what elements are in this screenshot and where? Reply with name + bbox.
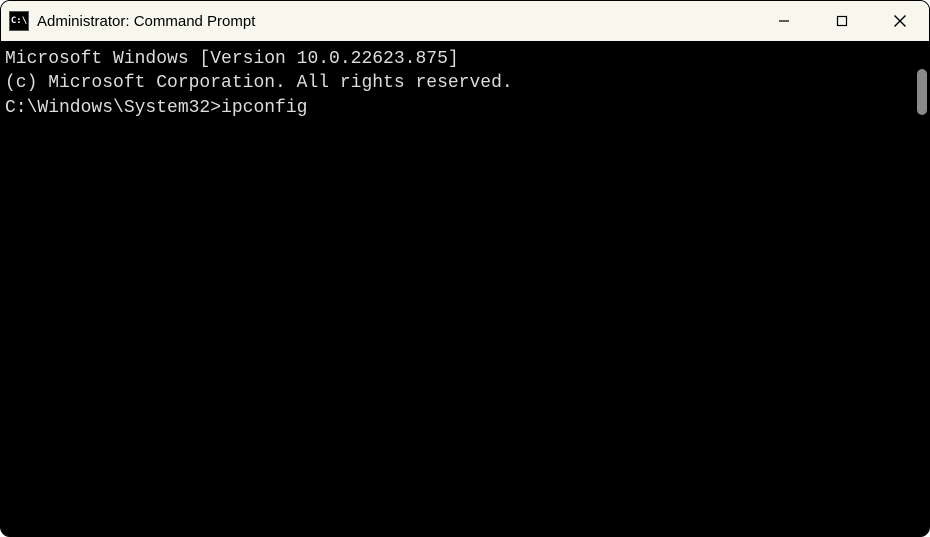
terminal-area: Microsoft Windows [Version 10.0.22623.87… <box>1 41 929 536</box>
maximize-icon <box>836 15 848 27</box>
minimize-button[interactable] <box>755 1 813 41</box>
cmd-app-icon: C:\ <box>9 11 29 31</box>
window-title: Administrator: Command Prompt <box>37 13 755 30</box>
prompt-line: C:\Windows\System32>ipconfig <box>5 96 911 120</box>
scrollbar-thumb[interactable] <box>917 69 927 115</box>
terminal-output[interactable]: Microsoft Windows [Version 10.0.22623.87… <box>1 41 911 536</box>
scrollbar-track[interactable] <box>911 41 929 536</box>
titlebar[interactable]: C:\ Administrator: Command Prompt <box>1 1 929 41</box>
command-input[interactable]: ipconfig <box>221 98 307 118</box>
window-controls <box>755 1 929 41</box>
maximize-button[interactable] <box>813 1 871 41</box>
prompt: C:\Windows\System32> <box>5 98 221 118</box>
command-prompt-window: C:\ Administrator: Command Prompt Mi <box>0 0 930 537</box>
output-line: Microsoft Windows [Version 10.0.22623.87… <box>5 47 911 71</box>
close-icon <box>893 14 907 28</box>
close-button[interactable] <box>871 1 929 41</box>
minimize-icon <box>778 15 790 27</box>
output-line: (c) Microsoft Corporation. All rights re… <box>5 71 911 95</box>
